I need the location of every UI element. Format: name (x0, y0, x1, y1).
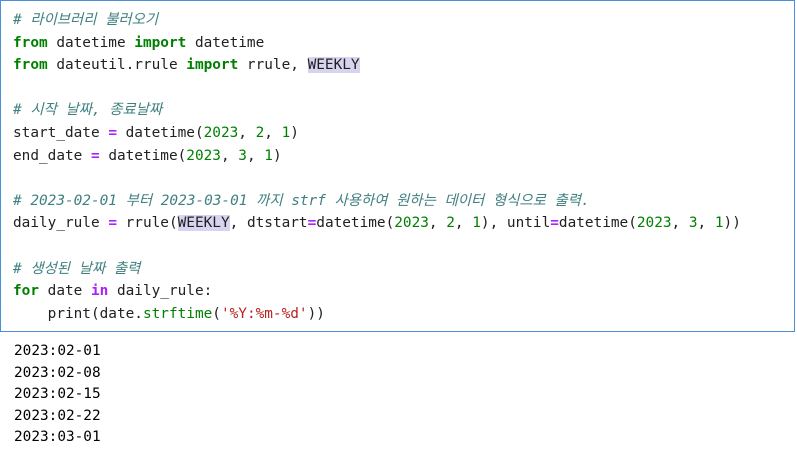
code-token: 1 (281, 124, 291, 141)
code-token: 3 (688, 215, 698, 232)
code-token: datetime( (116, 124, 204, 141)
code-token: , (454, 215, 473, 232)
code-token: , (264, 124, 282, 141)
code-token: datetime (47, 34, 135, 51)
code-line: # 2023-02-01 부터 2023-03-01 까지 strf 사용하여 … (13, 190, 741, 213)
code-token: = (307, 215, 317, 232)
code-token: , (428, 215, 447, 232)
code-token: = (90, 147, 100, 164)
code-token: strftime (142, 305, 213, 322)
code-token: print(date. (13, 305, 143, 322)
code-token: 1 (264, 147, 273, 164)
code-token: 1 (714, 215, 724, 232)
code-line: # 라이브러리 불러오기 (13, 9, 741, 32)
code-token: from (13, 57, 48, 74)
code-token: import (186, 57, 239, 74)
output-line: 2023:03-01 (14, 429, 101, 445)
code-token: import (134, 34, 187, 51)
code-token: daily_rule (13, 215, 109, 232)
code-editor[interactable]: # 라이브러리 불러오기 from datetime import datetim… (13, 9, 741, 325)
code-token: dateutil.rrule (47, 57, 187, 74)
code-token: , dtstart (229, 215, 308, 232)
code-cell[interactable]: # 라이브러리 불러오기 from datetime import datetim… (0, 0, 795, 332)
code-token: , (697, 215, 715, 232)
code-token: WEEKLY (177, 215, 230, 232)
code-token: ) (272, 147, 282, 164)
code-token: datetime( (558, 215, 637, 232)
code-token: = (550, 215, 559, 232)
code-token: datetime( (99, 147, 187, 164)
code-token: datetime (186, 34, 265, 51)
code-line: print(date.strftime('%Y:%m-%d')) (13, 303, 741, 326)
code-token: 2023 (636, 215, 672, 232)
code-line: # 생성된 날짜 출력 (13, 258, 741, 281)
code-token: ), until (480, 215, 551, 232)
code-token: for (13, 283, 39, 300)
code-line: from dateutil.rrule import rrule, WEEKLY (13, 54, 741, 77)
code-token: 2 (446, 215, 455, 232)
code-token: = (108, 215, 117, 232)
output-line: 2023:02-22 (14, 407, 101, 424)
code-token: WEEKLY (307, 57, 360, 74)
code-token: # 시작 날짜, 종료날짜 (13, 102, 163, 119)
code-token: rrule( (116, 215, 178, 232)
code-token: , (246, 147, 265, 164)
code-token: 1 (472, 215, 481, 232)
cell-output: 2023:02-01 2023:02-08 2023:02-15 2023:02-22… (14, 341, 101, 449)
code-token: # 2023-02-01 부터 2023-03-01 까지 strf 사용하여 … (13, 192, 590, 209)
code-token: 2023 (394, 215, 429, 232)
code-token: , (671, 215, 689, 232)
code-token: 3 (238, 147, 247, 164)
code-token: # 라이브러리 불러오기 (13, 12, 159, 28)
code-line: daily_rule = rrule(WEEKLY, dtstart=datet… (13, 212, 741, 235)
output-line: 2023:02-01 (14, 343, 101, 359)
code-line: from datetime import datetime (13, 32, 741, 55)
code-token: )) (723, 215, 741, 232)
code-token: in (90, 283, 109, 300)
code-token: date (39, 283, 91, 300)
code-line: end_date = datetime(2023, 3, 1) (13, 145, 741, 168)
output-line: 2023:02-15 (14, 386, 101, 402)
code-token: rrule, (238, 57, 308, 74)
code-line: start_date = datetime(2023, 2, 1) (13, 122, 741, 145)
code-line: # 시작 날짜, 종료날짜 (13, 99, 741, 122)
code-token: )) (307, 305, 325, 322)
code-token: '%Y:%m-%d' (220, 305, 308, 322)
code-token: 2023 (203, 124, 239, 141)
code-token: datetime( (316, 215, 395, 232)
code-line: for date in daily_rule: (13, 280, 741, 303)
code-token: , (220, 147, 239, 164)
code-token: from (13, 34, 48, 51)
code-token: daily_rule: (108, 283, 213, 300)
code-token: 2 (255, 124, 265, 141)
code-token: 2023 (186, 147, 221, 164)
code-token: ) (290, 124, 299, 141)
code-token: , (238, 124, 256, 141)
output-line: 2023:02-08 (14, 364, 101, 381)
code-token: ( (212, 305, 221, 322)
code-token: start_date (13, 124, 109, 141)
code-token: = (108, 124, 117, 141)
code-token: # 생성된 날짜 출력 (13, 260, 141, 277)
code-token: end_date (13, 147, 91, 164)
